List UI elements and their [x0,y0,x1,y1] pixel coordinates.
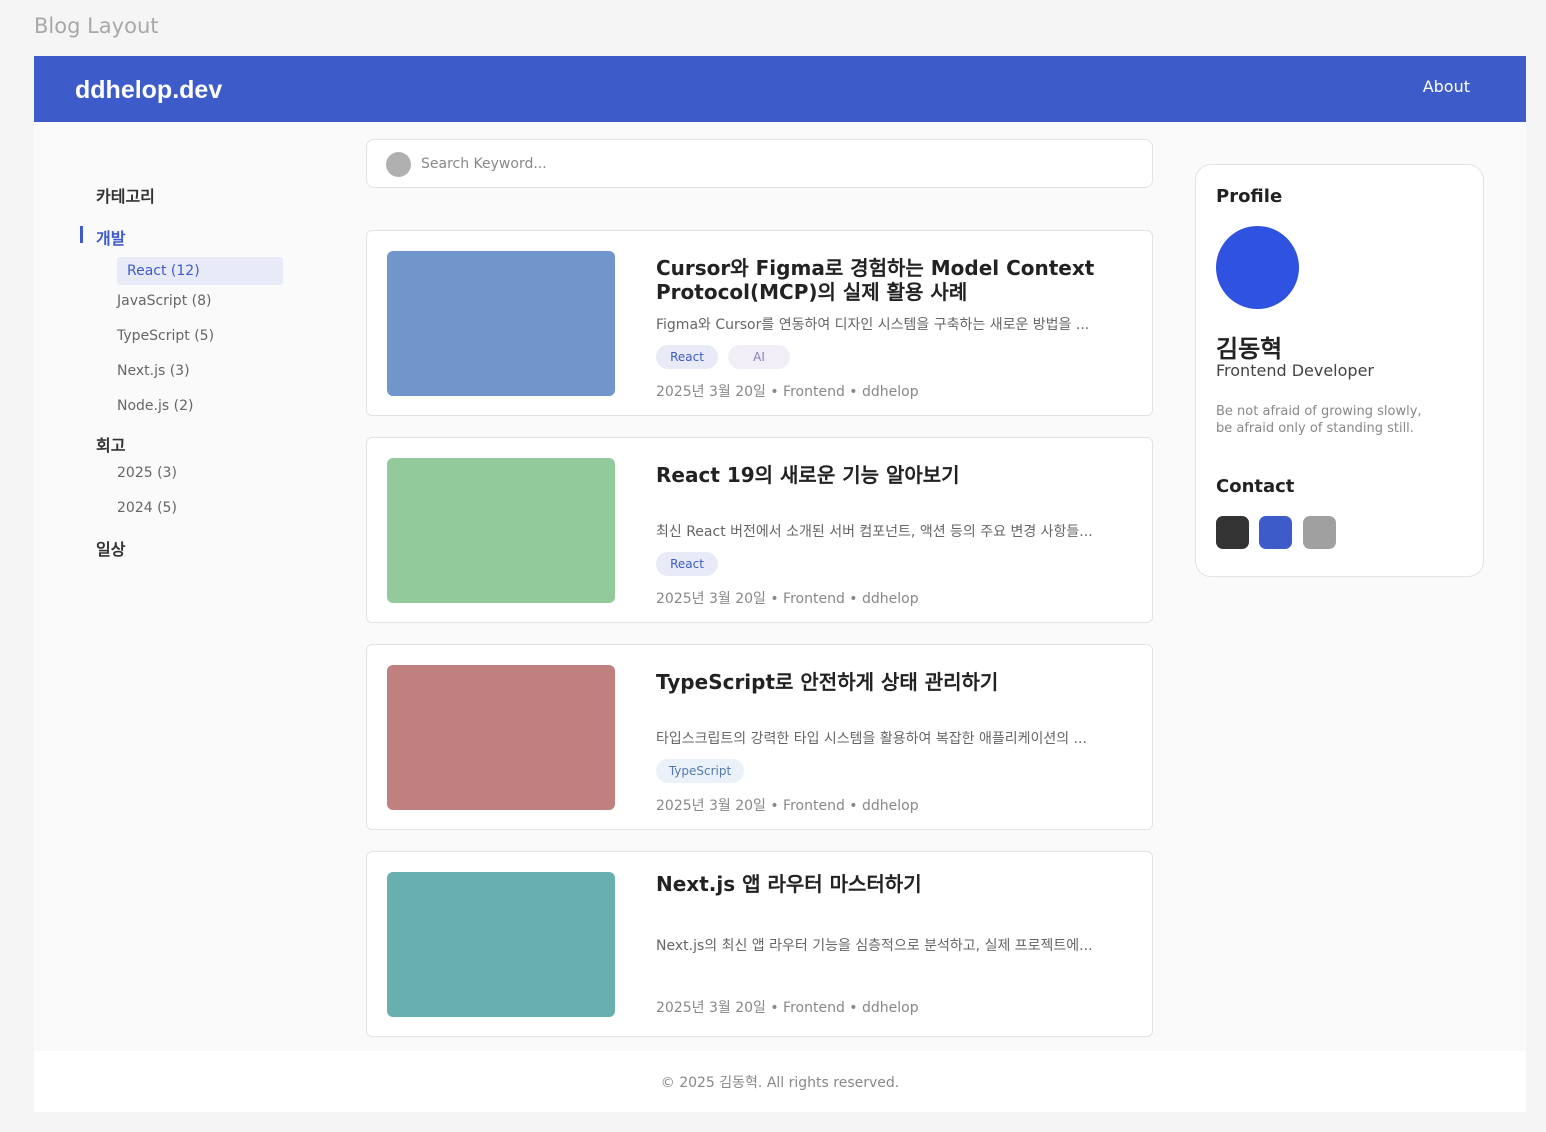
search-bar [366,139,1153,188]
profile-quote-line: be afraid only of standing still. [1216,421,1414,436]
post-card[interactable]: Cursor와 Figma로 경험하는 Model Context Protoc… [366,230,1153,416]
avatar [1216,226,1299,309]
post-tags: React AI [656,345,790,369]
post-thumbnail [387,665,615,810]
profile-name: 김동혁 [1216,335,1283,363]
post-title[interactable]: Cursor와 Figma로 경험하는 Model Context Protoc… [656,256,1126,304]
post-title[interactable]: Next.js 앱 라우터 마스터하기 [656,872,1126,896]
category-item-javascript[interactable]: JavaScript (8) [117,287,211,315]
github-icon[interactable] [1216,516,1249,549]
tag-react[interactable]: React [656,345,718,369]
tag-typescript[interactable]: TypeScript [656,759,744,783]
post-meta: 2025년 3월 20일 • Frontend • ddhelop [656,1000,919,1016]
post-card[interactable]: React 19의 새로운 기능 알아보기 최신 React 버전에서 소개된 … [366,437,1153,623]
category-group-retro[interactable]: 회고 [96,432,125,456]
category-group-daily[interactable]: 일상 [96,536,125,560]
post-tags: TypeScript [656,759,744,783]
post-excerpt: Figma와 Cursor를 연동하여 디자인 시스템을 구축하는 새로운 방법… [656,317,1090,333]
category-group-dev[interactable]: 개발 [79,225,125,249]
category-item-2024[interactable]: 2024 (5) [117,494,177,522]
post-excerpt: Next.js의 최신 앱 라우터 기능을 심층적으로 분석하고, 실제 프로젝… [656,938,1093,954]
site-logo[interactable]: ddhelop.dev [75,76,222,105]
category-item-typescript[interactable]: TypeScript (5) [117,322,214,350]
post-thumbnail [387,872,615,1017]
post-thumbnail [387,458,615,603]
category-item-nextjs[interactable]: Next.js (3) [117,357,190,385]
profile-quote-line: Be not afraid of growing slowly, [1216,404,1422,419]
post-title[interactable]: TypeScript로 안전하게 상태 관리하기 [656,670,1126,694]
post-meta: 2025년 3월 20일 • Frontend • ddhelop [656,798,919,814]
post-excerpt: 타입스크립트의 강력한 타입 시스템을 활용하여 복잡한 애플리케이션의 ... [656,731,1087,747]
site-header: ddhelop.dev About [34,56,1526,122]
post-title[interactable]: React 19의 새로운 기능 알아보기 [656,463,1126,487]
site-footer: © 2025 김동혁. All rights reserved. [34,1051,1526,1112]
email-icon[interactable] [1303,516,1336,549]
post-excerpt: 최신 React 버전에서 소개된 서버 컴포넌트, 액션 등의 주요 변경 사… [656,524,1093,540]
nav-about-link[interactable]: About [1423,77,1470,96]
main-content: 카테고리 개발 React (12) JavaScript (8) TypeSc… [34,122,1526,1051]
post-card[interactable]: Next.js 앱 라우터 마스터하기 Next.js의 최신 앱 라우터 기능… [366,851,1153,1037]
category-title: 카테고리 [96,187,155,206]
profile-card: Profile 김동혁 Frontend Developer Be not af… [1195,164,1484,577]
post-tags: React [656,552,718,576]
search-icon [386,152,411,177]
post-meta: 2025년 3월 20일 • Frontend • ddhelop [656,384,919,400]
tag-ai[interactable]: AI [728,345,790,369]
copyright-text: © 2025 김동혁. All rights reserved. [660,1075,900,1091]
post-meta: 2025년 3월 20일 • Frontend • ddhelop [656,591,919,607]
category-item-2025[interactable]: 2025 (3) [117,459,177,487]
profile-heading: Profile [1216,186,1283,207]
tag-react[interactable]: React [656,552,718,576]
post-thumbnail [387,251,615,396]
profile-quote: Be not afraid of growing slowly, be afra… [1216,403,1466,437]
contact-heading: Contact [1216,476,1295,497]
post-card[interactable]: TypeScript로 안전하게 상태 관리하기 타입스크립트의 강력한 타입 … [366,644,1153,830]
category-item-react[interactable]: React (12) [117,257,283,285]
category-item-nodejs[interactable]: Node.js (2) [117,392,193,420]
profile-role: Frontend Developer [1216,361,1374,380]
search-input[interactable] [421,148,1121,180]
linkedin-icon[interactable] [1259,516,1292,549]
frame-title: Blog Layout [34,14,159,38]
